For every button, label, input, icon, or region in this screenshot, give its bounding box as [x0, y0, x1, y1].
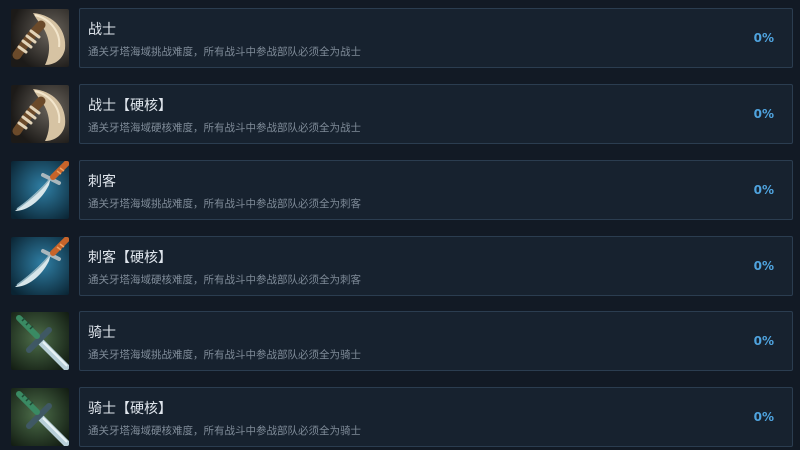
achievement-percent: 0%	[753, 183, 774, 197]
achievement-percent: 0%	[753, 259, 774, 273]
achievement-percent: 0%	[753, 31, 774, 45]
axe-icon	[11, 9, 69, 67]
sword-icon	[11, 312, 69, 370]
achievement-row-assassin-hardcore[interactable]: 刺客【硬核】 通关牙塔海域硬核难度，所有战斗中参战部队必须全为刺客 0%	[0, 234, 800, 298]
achievement-description: 通关牙塔海域硬核难度，所有战斗中参战部队必须全为刺客	[88, 274, 361, 286]
achievement-description: 通关牙塔海域挑战难度，所有战斗中参战部队必须全为战士	[88, 46, 361, 58]
achievement-list: 战士 通关牙塔海域挑战难度，所有战斗中参战部队必须全为战士 0% 战士【硬核】	[0, 0, 800, 450]
achievement-title: 刺客【硬核】	[88, 250, 172, 266]
achievement-title: 战士	[88, 22, 116, 38]
achievement-row-knight[interactable]: 骑士 通关牙塔海域挑战难度，所有战斗中参战部队必须全为骑士 0%	[0, 309, 800, 373]
achievement-panel: 刺客 通关牙塔海域挑战难度，所有战斗中参战部队必须全为刺客 0%	[79, 160, 793, 220]
achievement-panel: 战士【硬核】 通关牙塔海域硬核难度，所有战斗中参战部队必须全为战士 0%	[79, 84, 793, 144]
axe-icon	[11, 85, 69, 143]
achievement-percent: 0%	[753, 410, 774, 424]
sword-icon	[11, 388, 69, 446]
achievement-row-knight-hardcore[interactable]: 骑士【硬核】 通关牙塔海域硬核难度，所有战斗中参战部队必须全为骑士 0%	[0, 385, 800, 449]
achievement-percent: 0%	[753, 334, 774, 348]
achievement-row-warrior-hardcore[interactable]: 战士【硬核】 通关牙塔海域硬核难度，所有战斗中参战部队必须全为战士 0%	[0, 82, 800, 146]
achievement-title: 骑士	[88, 325, 116, 341]
achievement-title: 骑士【硬核】	[88, 401, 172, 417]
achievement-panel: 骑士 通关牙塔海域挑战难度，所有战斗中参战部队必须全为骑士 0%	[79, 311, 793, 371]
achievement-row-assassin[interactable]: 刺客 通关牙塔海域挑战难度，所有战斗中参战部队必须全为刺客 0%	[0, 158, 800, 222]
achievement-row-warrior[interactable]: 战士 通关牙塔海域挑战难度，所有战斗中参战部队必须全为战士 0%	[0, 6, 800, 70]
achievement-panel: 战士 通关牙塔海域挑战难度，所有战斗中参战部队必须全为战士 0%	[79, 8, 793, 68]
achievement-description: 通关牙塔海域挑战难度，所有战斗中参战部队必须全为刺客	[88, 198, 361, 210]
achievement-description: 通关牙塔海域硬核难度，所有战斗中参战部队必须全为战士	[88, 122, 361, 134]
dagger-icon	[11, 161, 69, 219]
achievement-description: 通关牙塔海域挑战难度，所有战斗中参战部队必须全为骑士	[88, 349, 361, 361]
achievement-description: 通关牙塔海域硬核难度，所有战斗中参战部队必须全为骑士	[88, 425, 361, 437]
achievement-percent: 0%	[753, 107, 774, 121]
dagger-icon	[11, 237, 69, 295]
achievement-panel: 刺客【硬核】 通关牙塔海域硬核难度，所有战斗中参战部队必须全为刺客 0%	[79, 236, 793, 296]
achievement-title: 战士【硬核】	[88, 98, 172, 114]
achievement-title: 刺客	[88, 174, 116, 190]
achievement-panel: 骑士【硬核】 通关牙塔海域硬核难度，所有战斗中参战部队必须全为骑士 0%	[79, 387, 793, 447]
